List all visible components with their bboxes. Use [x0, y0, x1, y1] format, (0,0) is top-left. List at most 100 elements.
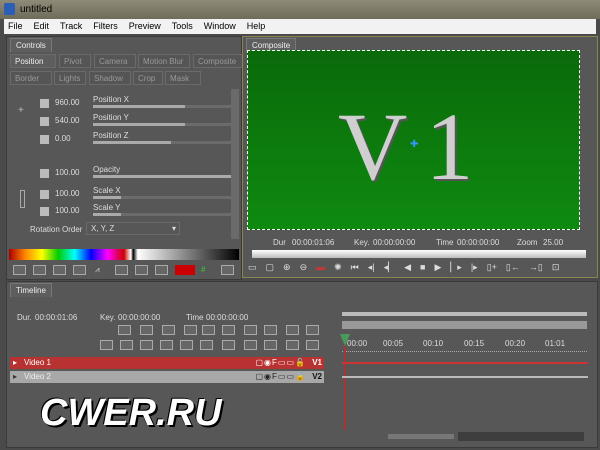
text-icon[interactable] — [244, 340, 257, 350]
track-video-2[interactable]: ▸ Video 2 ▢◉F▭▭🔓 V2 — [10, 371, 324, 383]
timeline-scroll-track[interactable] — [458, 432, 584, 441]
columns-icon[interactable] — [286, 325, 299, 335]
frame-fill-icon[interactable] — [53, 265, 66, 275]
diamond-icon[interactable] — [222, 340, 235, 350]
grid-layer-icon[interactable] — [118, 325, 131, 335]
grid-icon[interactable]: # — [201, 265, 214, 275]
timeline-panel-tab[interactable]: Timeline — [10, 283, 52, 297]
param-slider[interactable] — [93, 213, 235, 216]
tab-border[interactable]: Border — [10, 71, 52, 85]
menu-preview[interactable]: Preview — [129, 21, 161, 32]
reset-icon[interactable] — [221, 265, 234, 275]
tab-position[interactable]: Position — [10, 54, 56, 68]
key-icon[interactable] — [175, 265, 195, 275]
add-keyframe-icon[interactable]: ▯+ — [487, 262, 497, 274]
play-reverse-icon[interactable]: ◀ — [404, 262, 411, 274]
track-switch-icons[interactable]: ▢◉F▭▭🔓 — [255, 358, 306, 367]
frame-icon[interactable] — [33, 265, 46, 275]
track-video-1[interactable]: ▸ Video 1 ▢◉F▭▭🔓 V1 — [10, 357, 324, 369]
clip-bar-video-2[interactable] — [342, 376, 588, 378]
timeline-zoom-slider[interactable] — [342, 321, 587, 329]
spot-icon[interactable] — [264, 340, 277, 350]
param-slider[interactable] — [93, 175, 235, 178]
horizontal-scrollbar[interactable] — [388, 434, 454, 439]
gradient-icon[interactable] — [222, 325, 235, 335]
figure-icon[interactable] — [184, 325, 197, 335]
play-icon[interactable]: ▶ — [434, 262, 441, 274]
tab-shadow[interactable]: Shadow — [89, 71, 131, 85]
param-slider[interactable] — [93, 123, 235, 126]
menu-window[interactable]: Window — [204, 21, 236, 32]
menu-edit[interactable]: Edit — [34, 21, 50, 32]
skew-icon[interactable] — [135, 265, 148, 275]
light-icon[interactable] — [244, 325, 257, 335]
scrollbar[interactable] — [231, 89, 239, 239]
zoom-in-icon[interactable]: ⊕ — [283, 262, 291, 274]
keyframe-checkbox[interactable] — [40, 207, 49, 216]
param-value[interactable]: 100.00 — [55, 206, 79, 215]
composite-scrubber[interactable] — [252, 250, 586, 258]
go-to-start-icon[interactable]: ⏮ — [351, 262, 359, 274]
param-value[interactable]: 960.00 — [55, 98, 79, 107]
rgb-channels-icon[interactable]: ▬ — [316, 262, 325, 274]
keyframe-checkbox[interactable] — [40, 169, 49, 178]
composite-preview[interactable]: V1 ✚ — [247, 50, 580, 230]
keyframe-left-icon[interactable]: ▯← — [506, 262, 520, 274]
previous-frame-icon[interactable]: ◂▏ — [384, 262, 395, 274]
tab-crop[interactable]: Crop — [133, 71, 163, 85]
audio-icon[interactable] — [100, 340, 113, 350]
color-picker-bar[interactable] — [9, 249, 239, 260]
loop-icon[interactable]: ⊡ — [552, 262, 560, 274]
safe-area-icon[interactable]: ▭ — [248, 262, 257, 274]
controls-panel-tab[interactable]: Controls — [10, 38, 52, 52]
param-slider[interactable] — [93, 141, 235, 144]
keyframe-checkbox[interactable] — [40, 99, 49, 108]
screen-icon[interactable] — [155, 265, 168, 275]
playhead-line[interactable] — [344, 346, 346, 430]
timeline-range-bar[interactable] — [342, 312, 587, 316]
track-switch-icons[interactable]: ▢◉F▭▭🔓 — [255, 372, 306, 381]
tab-motion-blur[interactable]: Motion Blur — [138, 54, 190, 68]
rotation-order-select[interactable]: X, Y, Z ▾ — [86, 222, 180, 235]
rectangle-icon[interactable] — [202, 325, 215, 335]
particle-icon[interactable] — [140, 325, 153, 335]
cylinder-icon[interactable] — [200, 340, 213, 350]
param-slider[interactable] — [93, 105, 235, 108]
fit-icon[interactable] — [115, 265, 128, 275]
tab-mask[interactable]: Mask — [165, 71, 201, 85]
brush-icon[interactable] — [140, 340, 153, 350]
param-value[interactable]: 100.00 — [55, 189, 79, 198]
expand-arrow-icon[interactable]: ▸ — [13, 372, 17, 381]
clip-bar-video-1[interactable] — [342, 362, 588, 364]
next-keyframe-icon[interactable]: |▸ — [471, 262, 478, 274]
menu-file[interactable]: File — [8, 21, 23, 32]
tab-lights[interactable]: Lights — [54, 71, 86, 85]
cube-icon[interactable] — [160, 340, 173, 350]
split-icon[interactable] — [73, 265, 86, 275]
param-value[interactable]: 100.00 — [55, 168, 79, 177]
sphere-icon[interactable] — [180, 340, 193, 350]
tab-pivot[interactable]: Pivot — [59, 54, 91, 68]
param-value[interactable]: 0.00 — [55, 134, 71, 143]
tab-composite[interactable]: Composite — [193, 54, 243, 68]
previous-keyframe-icon[interactable]: ◂| — [368, 262, 375, 274]
histogram-icon[interactable] — [306, 340, 319, 350]
anchor-point-icon[interactable]: ✚ — [410, 139, 418, 150]
effect-icon[interactable] — [264, 325, 277, 335]
keyframe-checkbox[interactable] — [40, 190, 49, 199]
background-icon[interactable]: ▢ — [266, 262, 275, 274]
keyframe-checkbox[interactable] — [40, 117, 49, 126]
perspective-icon[interactable]: ⩘ — [95, 265, 108, 275]
keyframe-icon[interactable] — [13, 265, 26, 275]
keyframe-checkbox[interactable] — [40, 135, 49, 144]
keyframe-right-icon[interactable]: →▯ — [529, 262, 543, 274]
menu-filters[interactable]: Filters — [93, 21, 118, 32]
tab-camera[interactable]: Camera — [94, 54, 136, 68]
mask-icon[interactable] — [120, 340, 133, 350]
solid-icon[interactable] — [162, 325, 175, 335]
menu-help[interactable]: Help — [247, 21, 266, 32]
brightness-icon[interactable]: ✺ — [334, 262, 342, 274]
menu-track[interactable]: Track — [60, 21, 82, 32]
next-frame-icon[interactable]: ▏▸ — [450, 262, 461, 274]
path-icon[interactable] — [286, 340, 299, 350]
